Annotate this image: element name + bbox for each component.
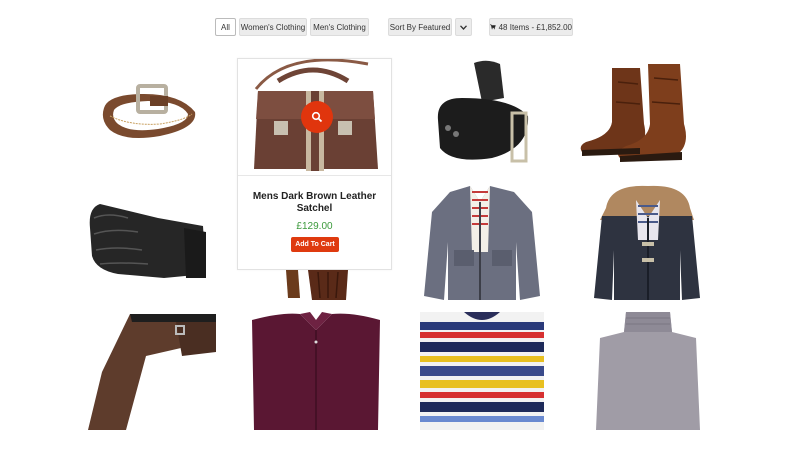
- featured-product-card[interactable]: Mens Dark Brown Leather Satchel £129.00 …: [237, 58, 392, 270]
- sort-dropdown-button[interactable]: [455, 18, 472, 36]
- filter-womens-button[interactable]: Women's Clothing: [239, 18, 307, 36]
- product-parka-navy[interactable]: [590, 180, 704, 302]
- product-price: £129.00: [296, 221, 333, 232]
- search-icon: [311, 111, 323, 123]
- chevron-down-icon: [460, 24, 467, 30]
- product-belt-brown[interactable]: [100, 80, 200, 150]
- product-rollneck-grey[interactable]: [596, 312, 700, 430]
- product-belt-black[interactable]: [432, 58, 536, 168]
- product-title: Mens Dark Brown Leather Satchel: [252, 191, 377, 214]
- product-image[interactable]: [238, 58, 391, 176]
- cart-button[interactable]: 48 Items - £1,852.00: [489, 18, 573, 36]
- add-to-cart-button[interactable]: Add To Cart: [291, 237, 339, 252]
- cart-icon: [490, 24, 496, 30]
- sort-select[interactable]: Sort By Featured: [388, 18, 452, 36]
- filter-mens-button[interactable]: Men's Clothing: [310, 18, 369, 36]
- product-jacket-grey[interactable]: [420, 182, 544, 302]
- product-shirt-burgundy[interactable]: [252, 312, 380, 430]
- zoom-button[interactable]: [301, 101, 333, 133]
- filter-all-button[interactable]: All: [215, 18, 236, 36]
- product-sweater-fairisle[interactable]: [420, 312, 544, 430]
- product-trousers-brown[interactable]: [86, 312, 222, 430]
- product-boots-brown[interactable]: [578, 62, 710, 172]
- toolbar: All Women's Clothing Men's Clothing Sort…: [0, 18, 800, 38]
- product-gloves-brown[interactable]: [282, 268, 354, 302]
- product-gloves-black[interactable]: [88, 198, 212, 286]
- cart-summary: 48 Items - £1,852.00: [498, 22, 572, 32]
